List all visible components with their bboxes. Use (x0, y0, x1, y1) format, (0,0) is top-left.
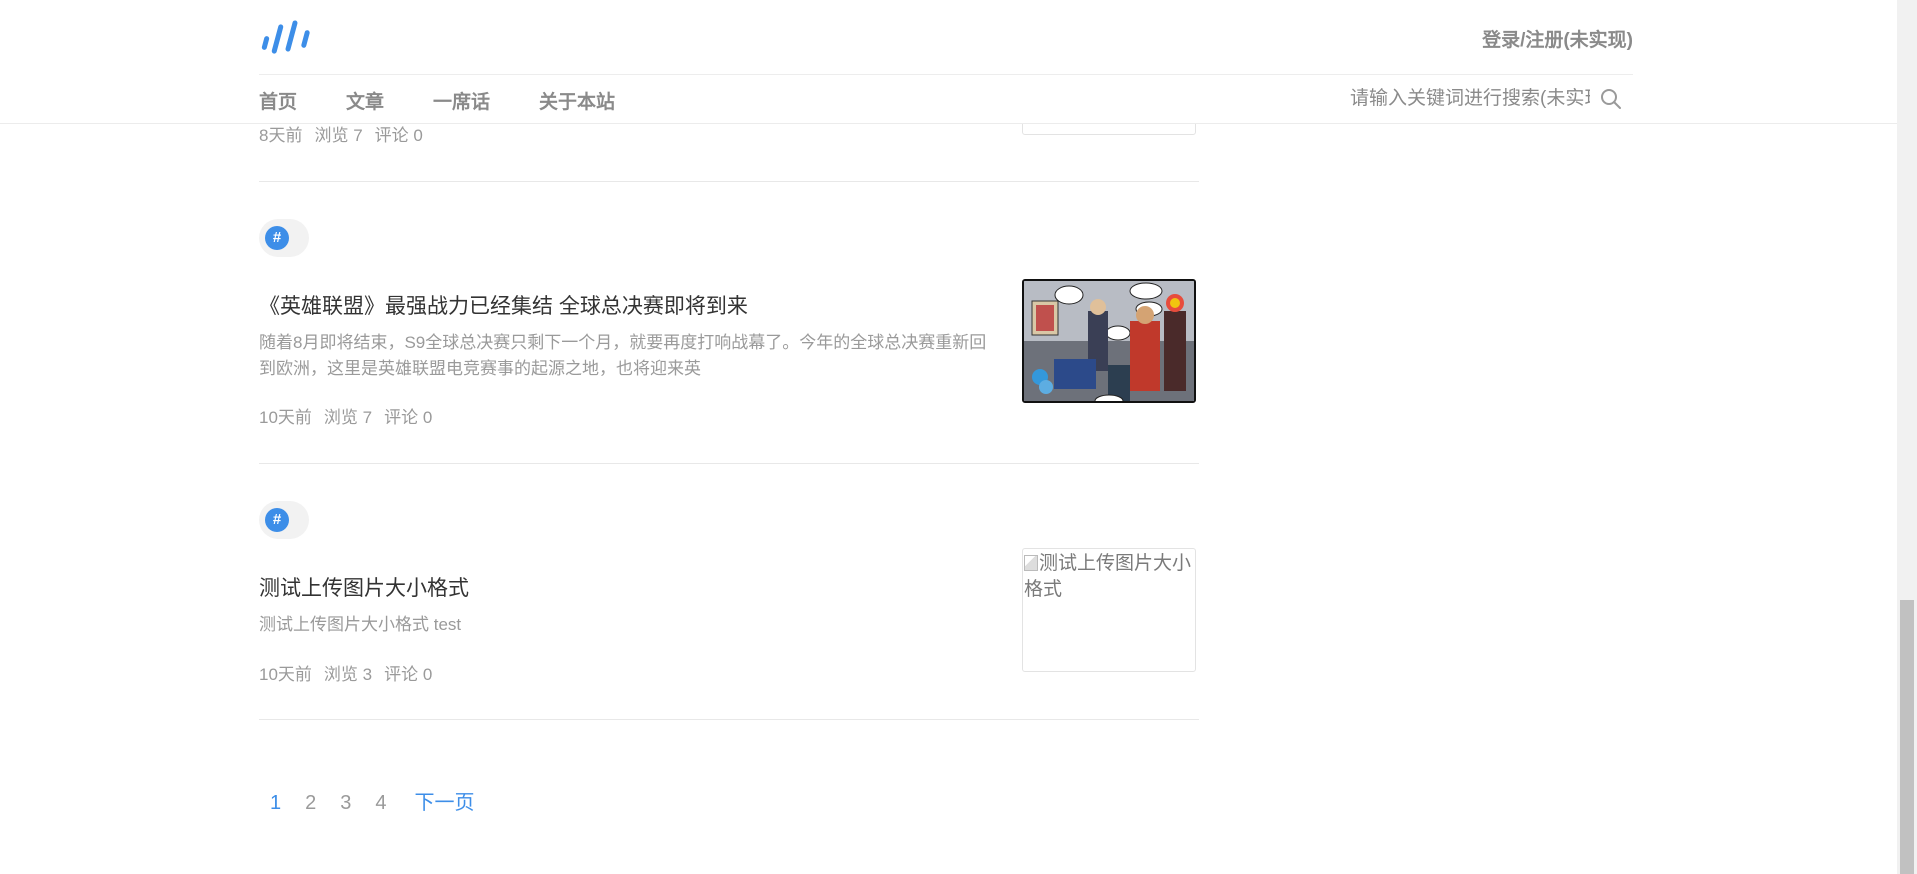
article-meta: 10天前 浏览 7 评论 0 (259, 403, 444, 428)
comic-image (1024, 281, 1194, 401)
site-logo[interactable] (259, 18, 319, 58)
nav-item-sayings[interactable]: 一席话 (433, 87, 490, 114)
search-input[interactable] (1350, 84, 1590, 114)
article-summary: 随着8月即将结束，S9全球总决赛只剩下一个月，就要再度打响战幕了。今年的全球总决… (259, 333, 987, 378)
broken-image-icon (1024, 555, 1038, 571)
article-thumbnail[interactable]: 测试上传图片大小格式 (1022, 548, 1196, 672)
topic-tag[interactable]: # (259, 219, 309, 257)
article-comments: 评论 0 (374, 126, 423, 145)
article-divider (259, 719, 1199, 720)
article-title[interactable]: 《英雄联盟》最强战力已经集结 全球总决赛即将到来 (259, 290, 748, 320)
site-header: 登录/注册(未实现) 首页 文章 一席话 关于本站 (0, 0, 1897, 124)
article-views: 浏览 7 (314, 126, 363, 145)
hash-icon: # (265, 226, 289, 250)
article-title[interactable]: 测试上传图片大小格式 (259, 572, 469, 602)
article-time: 10天前 (259, 665, 312, 684)
page-link-4[interactable]: 4 (375, 792, 386, 815)
search-icon[interactable] (1600, 88, 1622, 110)
scrollbar-thumb[interactable] (1900, 600, 1914, 874)
article-comments: 评论 0 (384, 408, 433, 427)
next-page-link[interactable]: 下一页 (415, 786, 475, 815)
nav-item-home[interactable]: 首页 (259, 87, 297, 114)
pagination: 1 2 3 4 下一页 (270, 786, 499, 815)
article-time: 8天前 (259, 126, 303, 145)
article-meta: 10天前 浏览 3 评论 0 (259, 660, 444, 685)
broken-image-alt: 测试上传图片大小格式 (1023, 549, 1195, 603)
article-divider (259, 463, 1199, 464)
thumbnail-alt-text: 测试上传图片大小格式 (1024, 553, 1192, 600)
article-meta: 8天前 浏览 7 评论 0 (259, 121, 435, 146)
article-summary: 测试上传图片大小格式 test (259, 615, 462, 634)
main-nav: 首页 文章 一席话 关于本站 (259, 87, 664, 114)
login-register-link[interactable]: 登录/注册(未实现) (1482, 25, 1633, 52)
page-link-1[interactable]: 1 (270, 792, 281, 815)
article-divider (259, 181, 1199, 182)
article-thumbnail[interactable] (1022, 279, 1196, 403)
nav-item-articles[interactable]: 文章 (346, 87, 384, 114)
page-link-2[interactable]: 2 (305, 792, 316, 815)
article-comments: 评论 0 (384, 665, 433, 684)
vertical-scrollbar[interactable] (1897, 0, 1917, 874)
page: 8天前 浏览 7 评论 0 # 《英雄联盟》最强战力已经集结 全球总决赛即将到来 随… (0, 0, 1917, 874)
header-divider (259, 74, 1633, 75)
topic-tag[interactable]: # (259, 501, 309, 539)
article-time: 10天前 (259, 408, 312, 427)
article-views: 浏览 3 (323, 665, 373, 684)
hash-icon: # (265, 508, 289, 532)
article-views: 浏览 7 (323, 408, 373, 427)
nav-item-about[interactable]: 关于本站 (539, 87, 615, 114)
page-link-3[interactable]: 3 (340, 792, 351, 815)
